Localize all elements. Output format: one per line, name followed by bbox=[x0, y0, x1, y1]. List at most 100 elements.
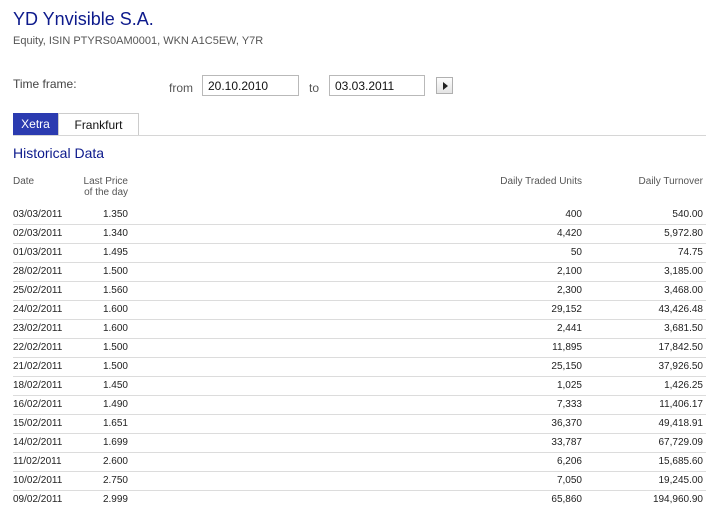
cell-last-price: 1.600 bbox=[102, 304, 128, 315]
cell-daily-turnover: 3,468.00 bbox=[664, 285, 703, 296]
column-header-last-price: Last Price of the day bbox=[84, 176, 128, 198]
cell-last-price: 1.500 bbox=[102, 266, 128, 277]
cell-daily-traded-units: 65,860 bbox=[551, 494, 582, 505]
cell-daily-traded-units: 400 bbox=[565, 209, 582, 220]
cell-daily-turnover: 194,960.90 bbox=[652, 494, 703, 505]
play-arrow-icon bbox=[443, 82, 448, 90]
table-row: 24/02/2011 1.600 29,152 43,426.48 bbox=[13, 301, 706, 320]
cell-daily-turnover: 49,418.91 bbox=[658, 418, 704, 429]
cell-daily-traded-units: 2,441 bbox=[556, 323, 582, 334]
cell-date: 23/02/2011 bbox=[13, 323, 63, 334]
cell-daily-turnover: 1,426.25 bbox=[664, 380, 703, 391]
table-row: 23/02/2011 1.600 2,441 3,681.50 bbox=[13, 320, 706, 339]
table-row: 15/02/2011 1.651 36,370 49,418.91 bbox=[13, 415, 706, 434]
column-header-daily-traded-units: Daily Traded Units bbox=[500, 176, 582, 187]
tab-divider bbox=[13, 135, 706, 136]
to-date-input[interactable] bbox=[329, 75, 425, 96]
cell-last-price: 2.999 bbox=[102, 494, 128, 505]
cell-date: 25/02/2011 bbox=[13, 285, 63, 296]
table-row: 25/02/2011 1.560 2,300 3,468.00 bbox=[13, 282, 706, 301]
page-title: YD Ynvisible S.A. bbox=[13, 9, 154, 29]
column-header-last-price-line2: of the day bbox=[84, 187, 128, 198]
cell-last-price: 1.699 bbox=[102, 437, 128, 448]
cell-last-price: 1.651 bbox=[102, 418, 128, 429]
cell-date: 02/03/2011 bbox=[13, 228, 63, 239]
cell-daily-turnover: 19,245.00 bbox=[658, 475, 704, 486]
cell-daily-traded-units: 25,150 bbox=[551, 361, 582, 372]
cell-daily-turnover: 37,926.50 bbox=[658, 361, 704, 372]
cell-daily-traded-units: 33,787 bbox=[551, 437, 582, 448]
cell-date: 09/02/2011 bbox=[13, 494, 63, 505]
table-row: 18/02/2011 1.450 1,025 1,426.25 bbox=[13, 377, 706, 396]
from-date-input[interactable] bbox=[202, 75, 299, 96]
column-header-date: Date bbox=[13, 176, 35, 187]
cell-daily-traded-units: 7,333 bbox=[556, 399, 582, 410]
cell-daily-turnover: 15,685.60 bbox=[658, 456, 704, 467]
tab-xetra[interactable]: Xetra bbox=[13, 113, 58, 135]
cell-date: 18/02/2011 bbox=[13, 380, 63, 391]
table-row: 21/02/2011 1.500 25,150 37,926.50 bbox=[13, 358, 706, 377]
table-row: 02/03/2011 1.340 4,420 5,972.80 bbox=[13, 225, 706, 244]
cell-last-price: 1.500 bbox=[102, 361, 128, 372]
cell-last-price: 1.495 bbox=[102, 247, 128, 258]
cell-daily-traded-units: 36,370 bbox=[551, 418, 582, 429]
cell-daily-turnover: 17,842.50 bbox=[658, 342, 704, 353]
cell-date: 22/02/2011 bbox=[13, 342, 63, 353]
cell-daily-traded-units: 7,050 bbox=[556, 475, 582, 486]
cell-daily-traded-units: 2,100 bbox=[556, 266, 582, 277]
table-row: 14/02/2011 1.699 33,787 67,729.09 bbox=[13, 434, 706, 453]
cell-last-price: 1.450 bbox=[102, 380, 128, 391]
cell-last-price: 1.500 bbox=[102, 342, 128, 353]
cell-daily-traded-units: 6,206 bbox=[556, 456, 582, 467]
cell-daily-traded-units: 1,025 bbox=[556, 380, 582, 391]
section-title: Historical Data bbox=[13, 145, 105, 161]
cell-last-price: 1.490 bbox=[102, 399, 128, 410]
cell-last-price: 2.600 bbox=[102, 456, 128, 467]
cell-daily-traded-units: 2,300 bbox=[556, 285, 582, 296]
cell-daily-turnover: 43,426.48 bbox=[658, 304, 704, 315]
table-row: 01/03/2011 1.495 50 74.75 bbox=[13, 244, 706, 263]
cell-last-price: 1.560 bbox=[102, 285, 128, 296]
time-frame-label: Time frame: bbox=[13, 77, 77, 91]
from-label: from bbox=[169, 81, 193, 95]
cell-date: 16/02/2011 bbox=[13, 399, 63, 410]
cell-date: 24/02/2011 bbox=[13, 304, 63, 315]
cell-daily-turnover: 11,406.17 bbox=[659, 399, 703, 410]
cell-date: 15/02/2011 bbox=[13, 418, 63, 429]
table-row: 09/02/2011 2.999 65,860 194,960.90 bbox=[13, 491, 706, 510]
to-label: to bbox=[309, 81, 320, 95]
table-row: 10/02/2011 2.750 7,050 19,245.00 bbox=[13, 472, 706, 491]
cell-date: 10/02/2011 bbox=[13, 475, 63, 486]
cell-date: 28/02/2011 bbox=[13, 266, 63, 277]
cell-date: 11/02/2011 bbox=[13, 456, 62, 467]
cell-last-price: 2.750 bbox=[102, 475, 128, 486]
cell-daily-turnover: 74.75 bbox=[677, 247, 703, 258]
cell-daily-turnover: 3,185.00 bbox=[664, 266, 703, 277]
cell-daily-traded-units: 50 bbox=[570, 247, 582, 258]
cell-date: 14/02/2011 bbox=[13, 437, 63, 448]
cell-last-price: 1.600 bbox=[102, 323, 128, 334]
security-identifiers: Equity, ISIN PTYRS0AM0001, WKN A1C5EW, Y… bbox=[13, 35, 264, 47]
table-row: 28/02/2011 1.500 2,100 3,185.00 bbox=[13, 263, 706, 282]
cell-last-price: 1.340 bbox=[102, 228, 128, 239]
cell-date: 03/03/2011 bbox=[13, 209, 63, 220]
cell-daily-turnover: 3,681.50 bbox=[664, 323, 703, 334]
cell-daily-turnover: 5,972.80 bbox=[664, 228, 703, 239]
cell-daily-turnover: 540.00 bbox=[672, 209, 703, 220]
table-row: 03/03/2011 1.350 400 540.00 bbox=[13, 206, 706, 225]
cell-last-price: 1.350 bbox=[102, 209, 128, 220]
table-row: 22/02/2011 1.500 11,895 17,842.50 bbox=[13, 339, 706, 358]
table-row: 16/02/2011 1.490 7,333 11,406.17 bbox=[13, 396, 706, 415]
cell-daily-traded-units: 29,152 bbox=[551, 304, 582, 315]
column-header-last-price-line1: Last Price bbox=[83, 176, 128, 187]
cell-date: 01/03/2011 bbox=[13, 247, 63, 258]
table-row: 11/02/2011 2.600 6,206 15,685.60 bbox=[13, 453, 706, 472]
cell-daily-traded-units: 11,895 bbox=[552, 342, 582, 353]
column-header-daily-turnover: Daily Turnover bbox=[638, 176, 703, 187]
cell-daily-traded-units: 4,420 bbox=[556, 228, 582, 239]
cell-daily-turnover: 67,729.09 bbox=[658, 437, 704, 448]
cell-date: 21/02/2011 bbox=[13, 361, 63, 372]
historical-data-table: 03/03/2011 1.350 400 540.00 02/03/2011 1.340 4… bbox=[13, 206, 706, 510]
tab-frankfurt[interactable]: Frankfurt bbox=[58, 113, 139, 135]
apply-timeframe-button[interactable] bbox=[436, 77, 453, 94]
